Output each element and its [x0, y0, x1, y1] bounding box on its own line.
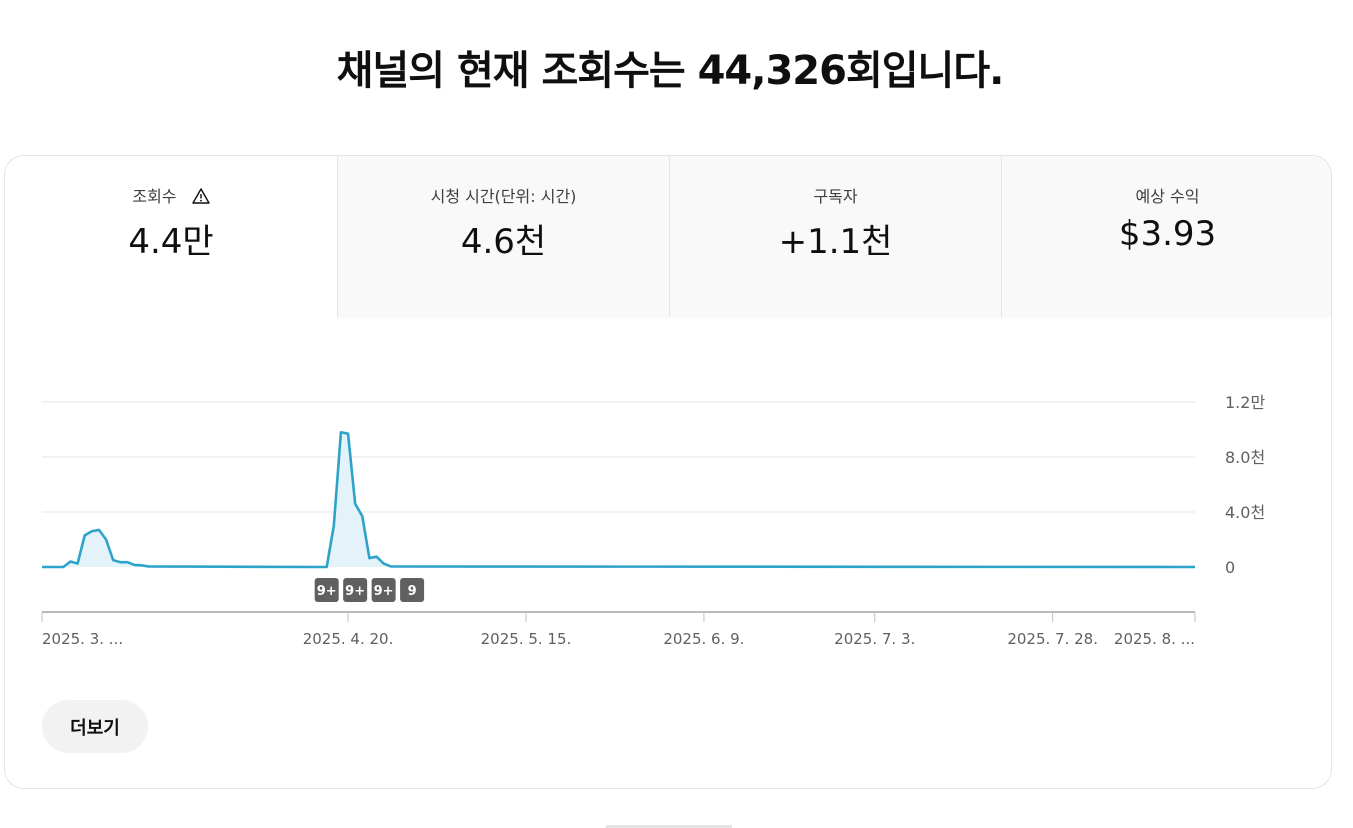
event-marker-label: 9 [408, 584, 417, 599]
event-marker-label: 9+ [345, 584, 365, 599]
y-tick-label: 8.0천 [1225, 448, 1265, 467]
analytics-card: 조회수 4.4만 시청 시간(단위: 시간) 4.6천 구독자 +1.1천 예상… [4, 155, 1332, 789]
event-marker-label: 9+ [374, 584, 394, 599]
x-tick-label: 2025. 3. ... [42, 630, 123, 648]
event-marker[interactable]: 9+ [371, 578, 396, 602]
x-tick-label: 2025. 5. 15. [481, 630, 572, 648]
x-tick-label: 2025. 4. 20. [303, 630, 394, 648]
series-area [42, 432, 1195, 567]
event-marker[interactable]: 9+ [314, 578, 339, 602]
more-button[interactable]: 더보기 [42, 700, 148, 753]
x-tick-label: 2025. 6. 9. [663, 630, 744, 648]
page-title: 채널의 현재 조회수는 44,326회입니다. [336, 48, 1005, 94]
x-tick-label: 2025. 7. 28. [1007, 630, 1098, 648]
y-tick-label: 4.0천 [1225, 503, 1265, 522]
series-line [42, 430, 1196, 569]
event-marker[interactable]: 9 [400, 578, 425, 602]
y-tick-label: 1.2만 [1225, 393, 1265, 412]
x-tick-label: 2025. 8. ... [1114, 630, 1195, 648]
x-tick-label: 2025. 7. 3. [834, 630, 915, 648]
views-chart: 1.2만 8.0천 4.0천 0 9+ 9+ 9+ 9 2025. 3. ... 2025. 4.… [41, 393, 1265, 648]
event-marker[interactable]: 9+ [343, 578, 368, 602]
y-tick-label: 0 [1225, 558, 1235, 577]
event-marker-label: 9+ [317, 584, 337, 599]
